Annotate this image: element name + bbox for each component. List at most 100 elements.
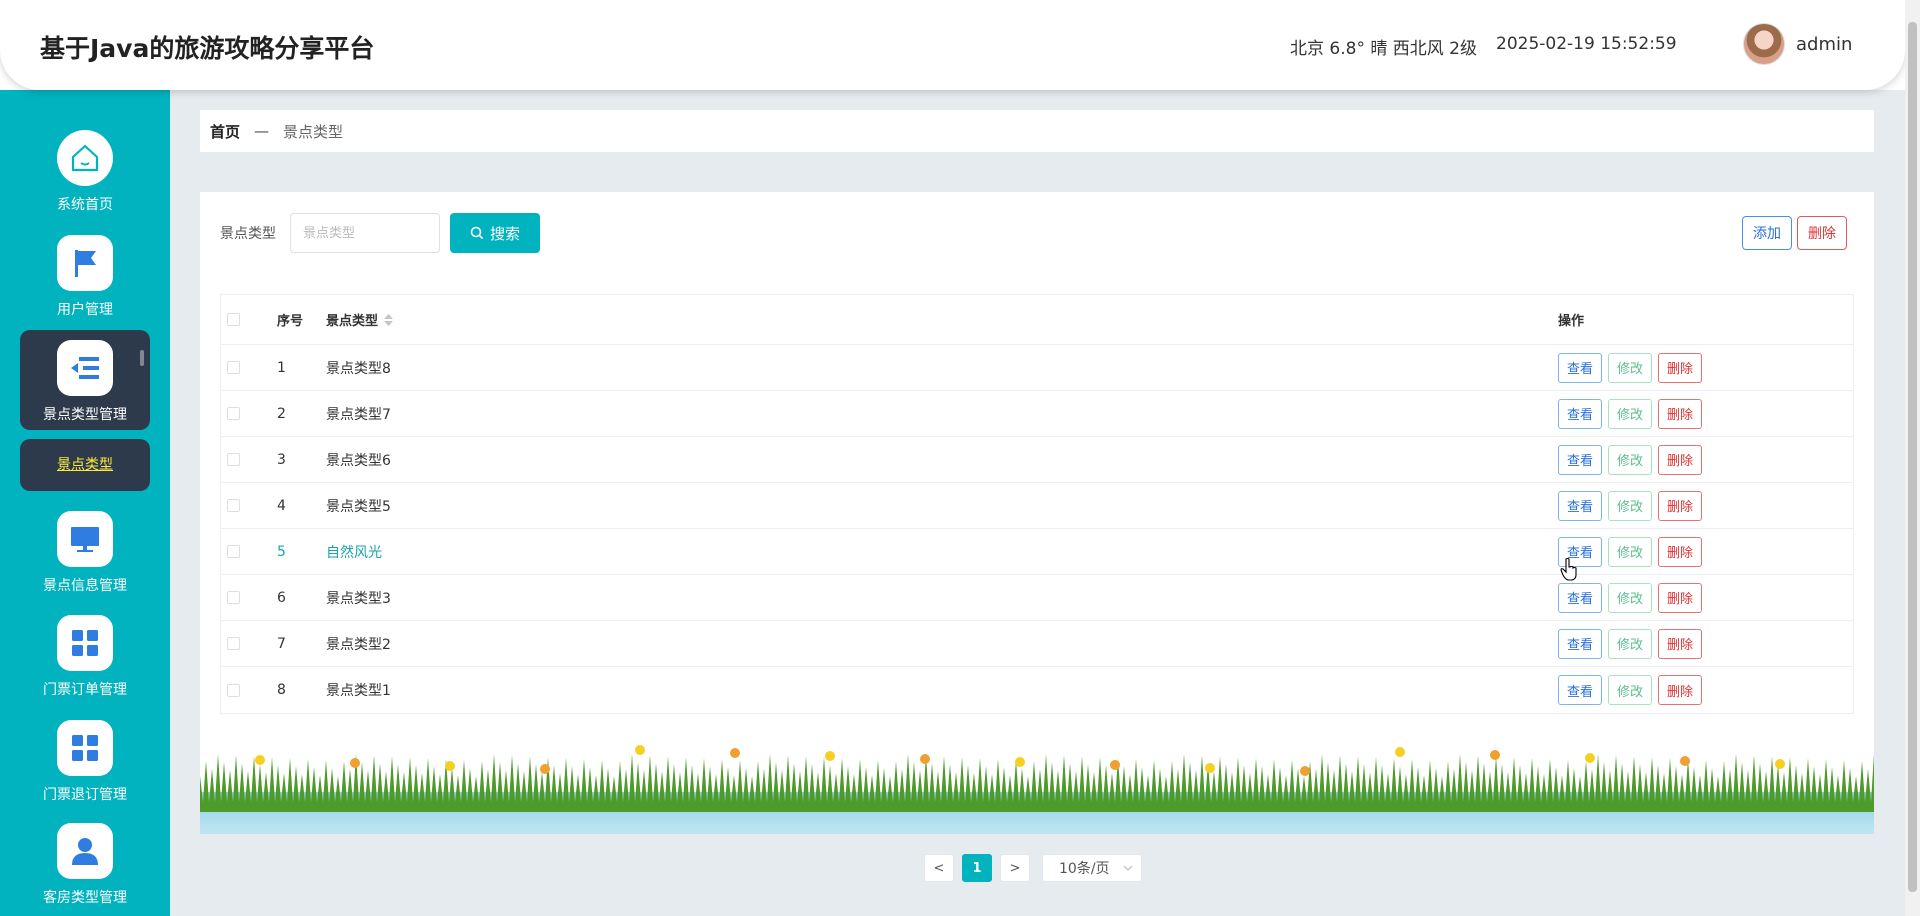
scrollbar-thumb[interactable] — [1908, 22, 1917, 892]
avatar[interactable] — [1743, 23, 1785, 65]
batch-delete-button[interactable]: 删除 — [1797, 216, 1847, 250]
table-row: 7 景点类型2 查看 修改 删除 — [221, 621, 1853, 667]
view-button[interactable]: 查看 — [1558, 398, 1603, 429]
table-row: 2 景点类型7 查看 修改 删除 — [221, 391, 1853, 437]
sidebar-item-label: 门票退订管理 — [43, 787, 127, 803]
delete-button[interactable]: 删除 — [1658, 352, 1703, 383]
row-checkbox[interactable] — [227, 591, 240, 604]
search-label: 景点类型 — [220, 226, 276, 242]
row-checkbox[interactable] — [227, 637, 240, 650]
page-size-select[interactable]: 10条/页 — [1042, 854, 1142, 882]
page-size-value: 10条/页 — [1059, 861, 1110, 877]
row-type: 自然风光 — [326, 544, 382, 561]
add-button[interactable]: 添加 — [1742, 216, 1792, 250]
sidebar-item-scenic-info[interactable]: 景点信息管理 — [20, 511, 150, 611]
column-header-type[interactable]: 景点类型 — [326, 295, 394, 344]
row-checkbox[interactable] — [227, 499, 240, 512]
edit-button[interactable]: 修改 — [1608, 628, 1653, 659]
view-button[interactable]: 查看 — [1558, 582, 1603, 613]
grid-icon-box — [57, 720, 113, 776]
edit-button[interactable]: 修改 — [1608, 490, 1653, 521]
row-checkbox[interactable] — [227, 453, 240, 466]
search-button-label: 搜索 — [489, 224, 520, 243]
list-indent-icon — [71, 357, 99, 379]
view-button[interactable]: 查看 — [1558, 490, 1603, 521]
top-header: 基于Java的旅游攻略分享平台 北京 6.8° 晴 西北风 2级 2025-02… — [0, 0, 1905, 90]
app-title: 基于Java的旅游攻略分享平台 — [40, 34, 375, 63]
view-button[interactable]: 查看 — [1558, 628, 1603, 659]
table-row: 8 景点类型1 查看 修改 删除 — [221, 667, 1853, 713]
row-no: 2 — [277, 405, 286, 422]
delete-button[interactable]: 删除 — [1658, 628, 1703, 659]
table-row: 3 景点类型6 查看 修改 删除 — [221, 437, 1853, 483]
row-type: 景点类型1 — [326, 683, 391, 699]
edit-button[interactable]: 修改 — [1608, 398, 1653, 429]
table-row: 5 自然风光 查看 修改 删除 — [221, 529, 1853, 575]
mouse-cursor-icon — [1560, 557, 1577, 581]
home-icon-box — [57, 130, 113, 186]
row-type: 景点类型6 — [326, 452, 391, 469]
search-icon — [470, 226, 484, 240]
view-button[interactable]: 查看 — [1558, 675, 1603, 705]
delete-button[interactable]: 删除 — [1658, 398, 1703, 429]
sidebar-item-label: 景点类型管理 — [43, 407, 127, 423]
row-checkbox[interactable] — [227, 683, 240, 697]
edit-button[interactable]: 修改 — [1608, 536, 1653, 567]
edit-button[interactable]: 修改 — [1608, 444, 1653, 475]
row-checkbox[interactable] — [227, 407, 240, 420]
sidebar-item-users[interactable]: 用户管理 — [20, 235, 150, 335]
grass-decoration — [200, 745, 1874, 834]
user-icon — [72, 838, 98, 865]
sidebar-item-label: 门票订单管理 — [43, 682, 127, 698]
delete-button[interactable]: 删除 — [1658, 675, 1703, 705]
grid-icon — [72, 735, 98, 761]
column-header-no: 序号 — [277, 314, 304, 329]
next-page-button[interactable]: > — [1000, 854, 1030, 882]
edit-button[interactable]: 修改 — [1608, 675, 1653, 705]
sidebar-item-label: 系统首页 — [57, 197, 113, 213]
row-type: 景点类型3 — [326, 590, 391, 607]
row-no: 1 — [277, 359, 286, 376]
sidebar-subitem-scenic-type[interactable]: 景点类型 — [20, 439, 150, 491]
sort-icon[interactable] — [384, 313, 394, 326]
breadcrumb-home[interactable]: 首页 — [210, 121, 240, 142]
select-all-checkbox[interactable] — [227, 313, 240, 326]
sidebar-item-scenic-type[interactable]: 景点类型管理 — [20, 330, 150, 430]
delete-button[interactable]: 删除 — [1658, 490, 1703, 521]
delete-button[interactable]: 删除 — [1658, 444, 1703, 475]
column-header-type-label: 景点类型 — [326, 314, 379, 329]
row-no: 5 — [277, 543, 286, 560]
row-type: 景点类型2 — [326, 636, 391, 653]
row-checkbox[interactable] — [227, 545, 240, 558]
sidebar-item-ticket-orders[interactable]: 门票订单管理 — [20, 615, 150, 715]
search-button[interactable]: 搜索 — [450, 213, 540, 253]
view-button[interactable]: 查看 — [1558, 444, 1603, 475]
view-button[interactable]: 查看 — [1558, 352, 1603, 383]
breadcrumb: 首页 — 景点类型 — [200, 110, 1874, 152]
table-row: 1 景点类型8 查看 修改 删除 — [221, 345, 1853, 391]
grid-icon — [72, 630, 98, 656]
breadcrumb-current: 景点类型 — [283, 122, 344, 141]
search-input[interactable] — [290, 213, 440, 253]
monitor-icon — [71, 527, 99, 552]
prev-page-button[interactable]: < — [924, 854, 954, 882]
monitor-icon-box — [57, 511, 113, 567]
row-checkbox[interactable] — [227, 361, 240, 374]
edit-button[interactable]: 修改 — [1608, 582, 1653, 613]
column-header-ops: 操作 — [1558, 314, 1585, 329]
row-no: 8 — [277, 682, 286, 698]
sidebar-item-home[interactable]: 系统首页 — [20, 130, 150, 230]
row-type: 景点类型7 — [326, 406, 391, 423]
table-header-row: 序号 景点类型 操作 — [221, 295, 1853, 345]
delete-button[interactable]: 删除 — [1658, 536, 1703, 567]
sidebar-item-ticket-refunds[interactable]: 门票退订管理 — [20, 720, 150, 820]
page-number-current[interactable]: 1 — [962, 854, 992, 882]
delete-button[interactable]: 删除 — [1658, 582, 1703, 613]
page-scrollbar[interactable] — [1905, 0, 1920, 916]
sidebar-item-room-type[interactable]: 客房类型管理 — [20, 823, 150, 916]
data-table: 序号 景点类型 操作 1 景点类型8 查看 修改 删除 2 景点类型7 查看 修改 删除 3 景点类型… — [220, 294, 1854, 714]
edit-button[interactable]: 修改 — [1608, 352, 1653, 383]
username[interactable]: admin — [1796, 34, 1852, 55]
weather-info: 北京 6.8° 晴 西北风 2级 — [1290, 39, 1477, 59]
sidebar-item-label: 用户管理 — [57, 302, 113, 318]
